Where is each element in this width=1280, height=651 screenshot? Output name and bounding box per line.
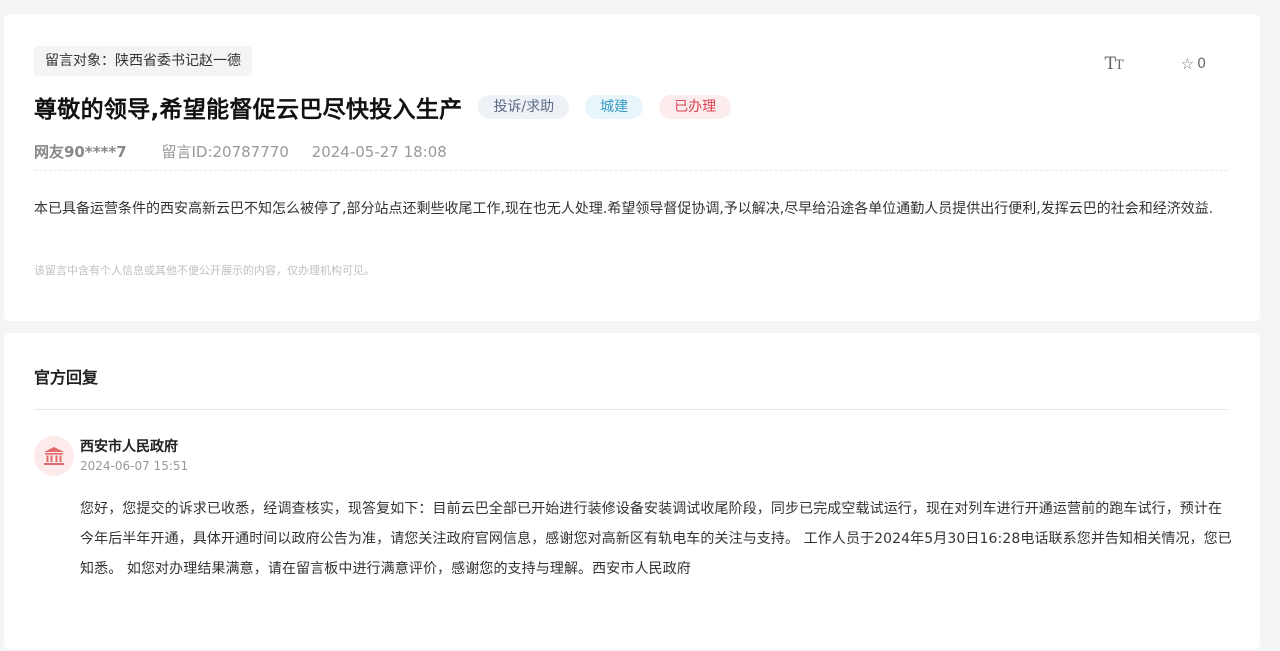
- official-reply-card: 官方回复 西安市人民政府 2024-06-07 15:51 您好，您提交的诉求已…: [4, 333, 1260, 649]
- message-title: 尊敬的领导,希望能督促云巴尽快投入生产: [34, 97, 463, 123]
- tag-complaint: 投诉/求助: [478, 95, 570, 119]
- message-target-tag: 留言对象：陕西省委书记赵一德: [34, 46, 252, 76]
- message-id: 留言ID:20787770: [161, 143, 289, 161]
- font-size-icon[interactable]: TT: [1105, 54, 1124, 74]
- message-date: 2024-05-27 18:08: [311, 143, 447, 161]
- title-row: 尊敬的领导,希望能督促云巴尽快投入生产 投诉/求助 城建 已办理: [34, 90, 732, 124]
- message-card: 留言对象：陕西省委书记赵一德 TT ☆ 0 尊敬的领导,希望能督促云巴尽快投入生…: [4, 14, 1260, 321]
- reply-date: 2024-06-07 15:51: [80, 459, 189, 473]
- reply-section-title: 官方回复: [34, 368, 99, 387]
- avatar: [34, 436, 74, 476]
- message-actions: TT ☆ 0: [1105, 54, 1206, 74]
- reply-divider: [34, 409, 1228, 410]
- privacy-hint: 该留言中含有个人信息或其他不便公开展示的内容，仅办理机构可见。: [34, 264, 375, 277]
- message-user: 网友90****7: [34, 143, 127, 161]
- meta-divider: [34, 170, 1228, 171]
- message-meta: 网友90****7 留言ID:20787770 2024-05-27 18:08: [34, 141, 447, 162]
- tag-status-done: 已办理: [659, 95, 732, 119]
- star-outline-icon: ☆: [1180, 55, 1195, 73]
- government-building-icon: [44, 447, 64, 465]
- tag-construction: 城建: [585, 95, 644, 119]
- favorite-count: 0: [1197, 56, 1206, 72]
- reply-org-name: 西安市人民政府: [80, 439, 178, 455]
- message-content: 本已具备运营条件的西安高新云巴不知怎么被停了,部分站点还剩些收尾工作,现在也无人…: [34, 201, 1214, 217]
- reply-content: 您好，您提交的诉求已收悉，经调查核实，现答复如下：目前云巴全部已开始进行装修设备…: [80, 501, 1232, 577]
- favorite-button[interactable]: ☆ 0: [1181, 55, 1206, 73]
